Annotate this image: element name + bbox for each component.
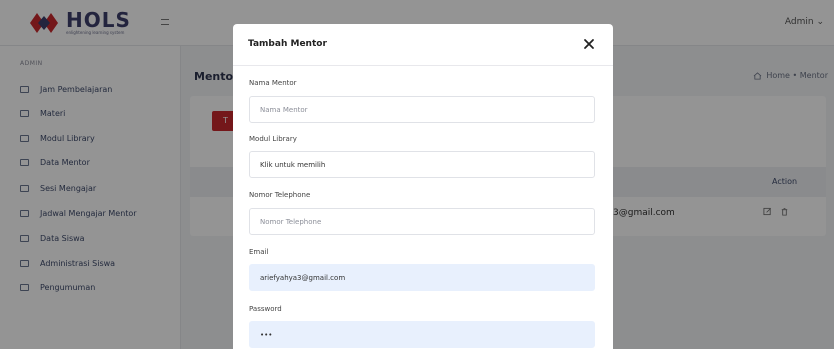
add-mentor-modal: Tambah Mentor Nama Mentor Modul Library … [233,24,613,349]
modul-library-select[interactable] [249,151,595,178]
nomor-telephone-label: Nomor Telephone [249,191,311,199]
nama-mentor-label: Nama Mentor [249,79,297,87]
password-field[interactable] [249,321,595,348]
email-label: Email [249,248,269,256]
modul-library-label: Modul Library [249,135,297,143]
email-field[interactable] [249,264,595,291]
modal-title: Tambah Mentor [248,39,327,49]
password-label: Password [249,305,282,313]
close-icon[interactable] [582,37,596,51]
nama-mentor-input[interactable] [249,96,595,123]
modal-divider [233,65,613,66]
nomor-telephone-input[interactable] [249,208,595,235]
